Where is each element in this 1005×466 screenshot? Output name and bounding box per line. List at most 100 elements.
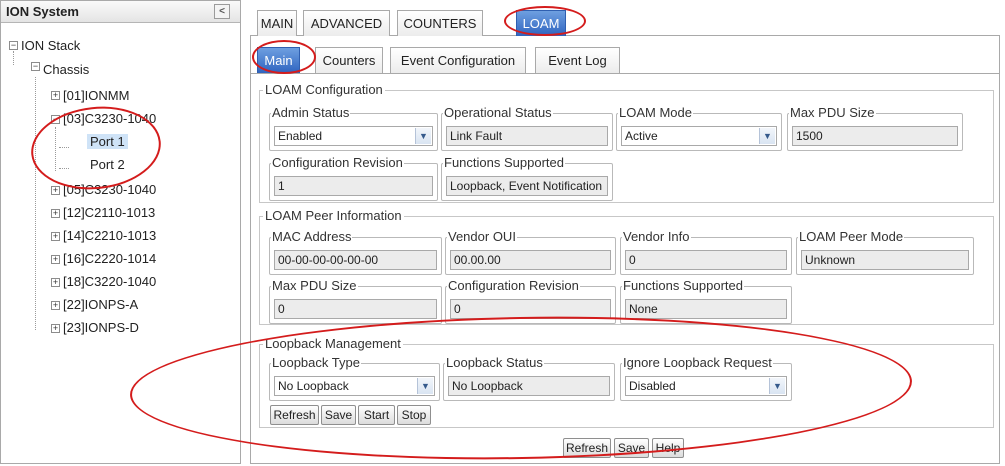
functions-supported-field: Functions Supported Loopback, Event Noti…	[441, 155, 613, 201]
loopback-management-group: Loopback Management Loopback Type No Loo…	[259, 336, 994, 428]
peer-mac-address-value: 00-00-00-00-00-00	[274, 250, 437, 270]
expand-12-c2110-icon[interactable]: +	[51, 209, 60, 218]
loam-configuration-title: LOAM Configuration	[263, 82, 385, 97]
tree-node-12-c2110-1013[interactable]: [12]C2110-1013	[63, 205, 155, 220]
expand-05-c3230-icon[interactable]: +	[51, 186, 60, 195]
loam-peer-information-title: LOAM Peer Information	[263, 208, 404, 223]
peer-vendor-info-value: 0	[625, 250, 787, 270]
loopback-save-button[interactable]: Save	[321, 405, 356, 425]
peer-mac-address-field: MAC Address 00-00-00-00-00-00	[269, 229, 442, 275]
loopback-status-label: Loopback Status	[445, 355, 544, 370]
tree-connector	[35, 77, 36, 330]
tree-node-14-c2210-1013[interactable]: [14]C2210-1013	[63, 228, 156, 243]
tree-title: ION System	[6, 4, 79, 19]
expand-14-c2210-icon[interactable]: +	[51, 232, 60, 241]
tree-node-18-c3220-1040[interactable]: [18]C3220-1040	[63, 274, 156, 289]
ignore-loopback-request-field: Ignore Loopback Request Disabled ▼	[620, 355, 792, 401]
max-pdu-size-value: 1500	[792, 126, 958, 146]
expand-16-c2220-icon[interactable]: +	[51, 255, 60, 264]
tree-connector	[59, 168, 69, 169]
save-button[interactable]: Save	[614, 438, 649, 458]
tree-node-ion-stack[interactable]: ION Stack	[21, 38, 80, 53]
peer-vendor-oui-field: Vendor OUI 00.00.00	[445, 229, 616, 275]
tree-connector	[59, 147, 69, 148]
subtab-main[interactable]: Main	[257, 47, 300, 73]
content-area: MAIN ADVANCED COUNTERS LOAM Main Counter…	[250, 0, 1005, 464]
loopback-refresh-button[interactable]: Refresh	[270, 405, 319, 425]
help-button[interactable]: Help	[652, 438, 684, 458]
loopback-type-value: No Loopback	[278, 379, 349, 393]
device-tree-panel: ION System < − ION Stack − Chassis + [01…	[0, 0, 241, 464]
peer-functions-supported-field: Functions Supported None	[620, 278, 792, 324]
peer-configuration-revision-field: Configuration Revision 0	[445, 278, 616, 324]
loopback-status-value: No Loopback	[448, 376, 610, 396]
max-pdu-size-field: Max PDU Size 1500	[787, 105, 963, 151]
loam-mode-label: LOAM Mode	[618, 105, 693, 120]
tree-node-01-ionmm[interactable]: [01]IONMM	[63, 88, 129, 103]
loam-mode-select[interactable]: Active ▼	[621, 126, 777, 146]
expand-22-ionps-a-icon[interactable]: +	[51, 301, 60, 310]
tree-node-22-ionps-a[interactable]: [22]IONPS-A	[63, 297, 138, 312]
configuration-revision-field: Configuration Revision 1	[269, 155, 438, 201]
loopback-start-button[interactable]: Start	[358, 405, 395, 425]
tree-node-chassis[interactable]: Chassis	[43, 62, 89, 77]
peer-max-pdu-size-label: Max PDU Size	[271, 278, 358, 293]
subtab-event-log[interactable]: Event Log	[535, 47, 620, 73]
collapse-chassis-icon[interactable]: −	[31, 62, 40, 71]
functions-supported-label: Functions Supported	[443, 155, 565, 170]
tab-counters[interactable]: COUNTERS	[397, 10, 483, 36]
loopback-stop-button[interactable]: Stop	[397, 405, 431, 425]
loopback-management-title: Loopback Management	[263, 336, 403, 351]
peer-loam-mode-field: LOAM Peer Mode Unknown	[796, 229, 974, 275]
expand-23-ionps-d-icon[interactable]: +	[51, 324, 60, 333]
tree-connector	[13, 51, 14, 65]
tab-main[interactable]: MAIN	[257, 10, 297, 36]
peer-vendor-info-label: Vendor Info	[622, 229, 691, 244]
refresh-button[interactable]: Refresh	[563, 438, 611, 458]
chevron-down-icon[interactable]: ▼	[415, 128, 431, 144]
subtab-counters[interactable]: Counters	[315, 47, 383, 73]
admin-status-select[interactable]: Enabled ▼	[274, 126, 433, 146]
chevron-down-icon[interactable]: ▼	[417, 378, 433, 394]
configuration-revision-value: 1	[274, 176, 433, 196]
tab-loam[interactable]: LOAM	[516, 10, 566, 36]
peer-max-pdu-size-value: 0	[274, 299, 437, 319]
tree-node-port-1[interactable]: Port 1	[87, 134, 128, 149]
peer-loam-mode-value: Unknown	[801, 250, 969, 270]
peer-vendor-oui-value: 00.00.00	[450, 250, 611, 270]
tree-node-05-c3230-1040[interactable]: [05]C3230-1040	[63, 182, 156, 197]
peer-mac-address-label: MAC Address	[271, 229, 353, 244]
expand-01-ionmm-icon[interactable]: +	[51, 91, 60, 100]
chevron-down-icon[interactable]: ▼	[759, 128, 775, 144]
tree-node-03-c3230-1040[interactable]: [03]C3230-1040	[63, 111, 156, 126]
ignore-loopback-request-value: Disabled	[629, 379, 676, 393]
collapse-panel-button[interactable]: <	[214, 4, 230, 19]
tree-node-23-ionps-d[interactable]: [23]IONPS-D	[63, 320, 139, 335]
subtab-event-configuration[interactable]: Event Configuration	[390, 47, 526, 73]
peer-configuration-revision-label: Configuration Revision	[447, 278, 580, 293]
admin-status-label: Admin Status	[271, 105, 351, 120]
configuration-revision-label: Configuration Revision	[271, 155, 404, 170]
loam-peer-information-group: LOAM Peer Information MAC Address 00-00-…	[259, 208, 994, 325]
peer-configuration-revision-value: 0	[450, 299, 611, 319]
collapse-03-c3230-icon[interactable]: −	[51, 115, 60, 124]
loopback-status-field: Loopback Status No Loopback	[443, 355, 615, 401]
expand-18-c3220-icon[interactable]: +	[51, 278, 60, 287]
tree-node-port-2[interactable]: Port 2	[90, 157, 125, 172]
tree-node-16-c2220-1014[interactable]: [16]C2220-1014	[63, 251, 156, 266]
peer-max-pdu-size-field: Max PDU Size 0	[269, 278, 442, 324]
ignore-loopback-request-select[interactable]: Disabled ▼	[625, 376, 787, 396]
operational-status-value: Link Fault	[446, 126, 608, 146]
tree-connector	[55, 127, 56, 171]
loam-mode-field: LOAM Mode Active ▼	[616, 105, 782, 151]
loopback-type-field: Loopback Type No Loopback ▼	[269, 355, 440, 401]
loam-configuration-group: LOAM Configuration Admin Status Enabled …	[259, 82, 994, 203]
chevron-down-icon[interactable]: ▼	[769, 378, 785, 394]
tab-advanced[interactable]: ADVANCED	[303, 10, 390, 36]
collapse-ion-stack-icon[interactable]: −	[9, 41, 18, 50]
loopback-type-select[interactable]: No Loopback ▼	[274, 376, 435, 396]
admin-status-field: Admin Status Enabled ▼	[269, 105, 438, 151]
ignore-loopback-request-label: Ignore Loopback Request	[622, 355, 773, 370]
admin-status-value: Enabled	[278, 129, 323, 143]
peer-vendor-info-field: Vendor Info 0	[620, 229, 792, 275]
